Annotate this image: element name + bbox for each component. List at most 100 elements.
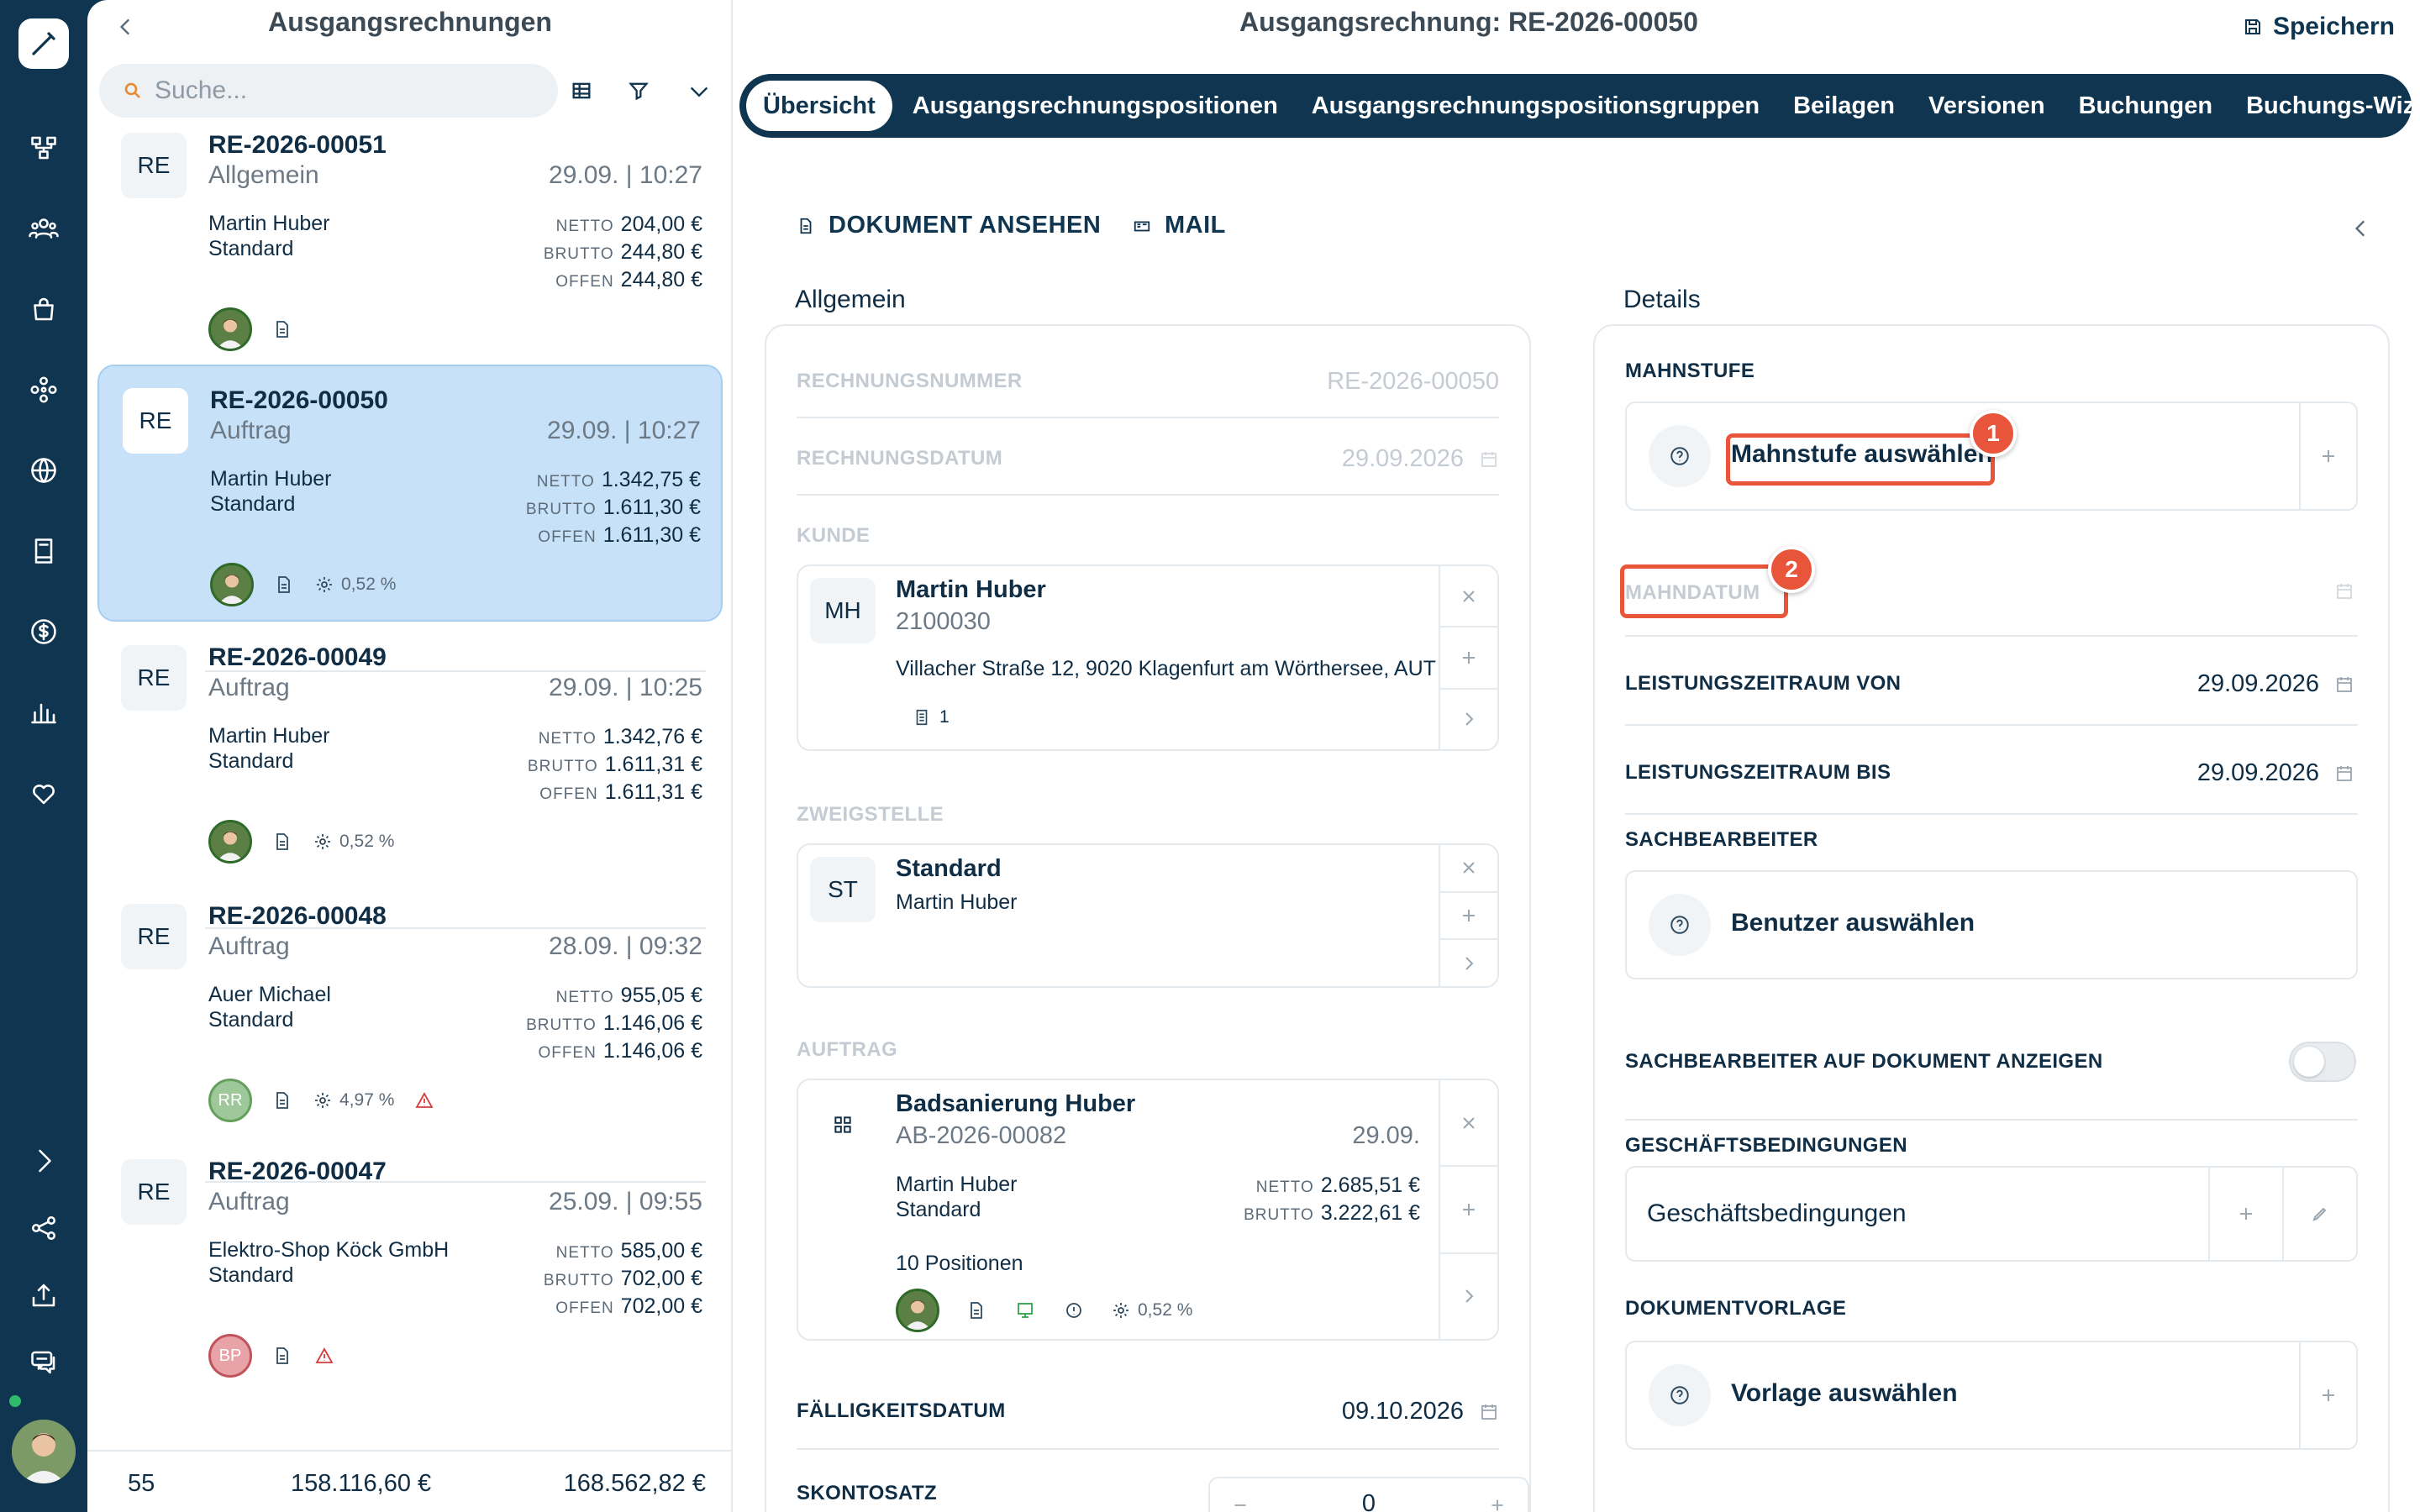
users-icon[interactable] [22,207,66,250]
list-divider [205,927,706,929]
tab-overview[interactable]: Übersicht [746,81,892,131]
more-options-button[interactable] [681,72,718,109]
branch-card[interactable]: ST Standard Martin Huber [797,843,1499,988]
question-icon [1649,425,1711,487]
upload-icon[interactable] [22,1273,66,1317]
service-to-field[interactable]: 29.09.2026 [2197,759,2354,787]
dollar-icon[interactable] [22,610,66,654]
branch-open-button[interactable] [1440,940,1497,986]
mail-button[interactable]: MAIL [1133,212,1226,239]
service-from-field[interactable]: 29.09.2026 [2197,670,2354,698]
list-divider [205,1181,706,1183]
gear-icon [314,575,334,595]
list-title: Ausgangsrechnungen [268,7,552,37]
annotation-marker-2: 2 [1768,546,1815,593]
order-clear-button[interactable] [1440,1080,1497,1168]
tab-bookings[interactable]: Buchungen [2062,81,2230,131]
discount-stepper[interactable]: 0 [1208,1477,1529,1512]
due-date-field[interactable]: 09.10.2026 [1342,1398,1499,1425]
save-button[interactable]: Speichern [2243,10,2395,44]
order-meta: 0,52 % [896,1289,1192,1332]
tab-position-groups[interactable]: Ausgangsrechnungspositionsgruppen [1295,81,1776,131]
invoice-open: 702,00 € [620,1294,702,1318]
service-to-value: 29.09.2026 [2196,759,2319,786]
document-icon [271,830,294,853]
tab-booking-wizard[interactable]: Buchungs-Wizard [2229,81,2420,131]
view-document-button[interactable]: DOKUMENT ANSEHEN [797,212,1101,239]
terms-add-button[interactable] [2208,1168,2282,1260]
expand-chevron-icon[interactable] [22,1139,66,1183]
document-icon [800,218,812,234]
gear-icon [1113,1303,1128,1318]
invoice-meta: 0,52 % [210,563,396,606]
plus-icon [1491,1499,1503,1511]
discount-increase-button[interactable] [1481,1488,1514,1512]
customer-clear-button[interactable] [1440,566,1497,628]
invoice-list-item[interactable]: RE RE-2026-00048 Auftrag 28.09. | 09:32 Auer… [97,882,723,1139]
gross-label: BRUTTO [527,758,598,775]
order-date: 29.09. [1352,1122,1420,1149]
gear-icon [313,1090,333,1110]
dunning-date-field[interactable] [2334,581,2354,601]
chat-icon[interactable] [22,1341,66,1384]
invoice-number: RE-2026-00049 [208,643,387,671]
app-logo[interactable] [18,18,69,69]
tab-versions[interactable]: Versionen [1912,81,2062,131]
document-icon [272,573,296,596]
order-card[interactable]: Badsanierung Huber AB-2026-00082 29.09. … [797,1079,1499,1341]
collapse-button[interactable] [2346,213,2376,244]
order-margin-value: 0,52 % [1138,1300,1193,1320]
tab-attachments[interactable]: Beilagen [1776,81,1912,131]
order-number: AB-2026-00082 [896,1122,1067,1149]
due-date-row[interactable]: FÄLLIGKEITSDATUM 09.10.2026 [797,1362,1499,1450]
branch-add-button[interactable] [1440,893,1497,941]
template-add-button[interactable] [2299,1342,2356,1448]
customer-add-button[interactable] [1440,627,1497,690]
search-input[interactable] [155,76,524,105]
dunning-level-label: MAHNSTUFE [1625,360,1755,382]
show-clerk-toggle[interactable] [2289,1042,2356,1082]
terms-select[interactable]: Geschäftsbedingungen [1625,1166,2358,1262]
table-view-button[interactable] [563,72,600,109]
globe-icon[interactable] [22,449,66,492]
invoice-list-item[interactable]: RE RE-2026-00047 Auftrag 25.09. | 09:55 Elek… [97,1137,723,1394]
invoice-amounts: NETTO 1.342,75 € BRUTTO 1.611,30 € OFFEN 1.61… [526,467,701,550]
order-label: AUFTRAG [797,1038,898,1061]
customer-open-button[interactable] [1440,690,1497,749]
template-placeholder: Vorlage auswählen [1731,1379,1958,1407]
invoice-list-item[interactable]: RE RE-2026-00049 Auftrag 29.09. | 10:25 Mart… [97,623,723,880]
clerk-select[interactable]: Benutzer auswählen [1625,870,2358,979]
bar-chart-icon[interactable] [22,690,66,734]
search-box[interactable] [99,64,558,118]
order-add-button[interactable] [1440,1167,1497,1254]
invoice-list-item[interactable]: RE RE-2026-00051 Allgemein 29.09. | 10:27 Ma… [97,111,723,368]
net-label: NETTO [555,989,614,1006]
share-icon[interactable] [22,1206,66,1250]
template-label: DOKUMENTVORLAGE [1625,1297,1847,1320]
service-to-row[interactable]: LEISTUNGSZEITRAUM BIS 29.09.2026 [1625,726,2358,815]
user-avatar[interactable] [12,1420,76,1483]
save-label: Speichern [2272,13,2395,40]
customer-label: KUNDE [797,524,871,547]
customer-card[interactable]: MH Martin Huber 2100030 Villacher Straße… [797,564,1499,751]
branch-clear-button[interactable] [1440,845,1497,893]
invoice-list-item[interactable]: RE RE-2026-00050 Auftrag 29.09. | 10:27 Mart… [97,365,723,622]
order-open-button[interactable] [1440,1254,1497,1339]
book-icon[interactable] [22,529,66,573]
invoice-open: 1.611,30 € [602,523,701,547]
order-margin: 0,52 % [1111,1300,1192,1320]
heart-icon[interactable] [22,771,66,815]
invoice-badge: RE [121,133,187,198]
shopping-bag-icon[interactable] [22,287,66,331]
terms-edit-button[interactable] [2282,1168,2356,1260]
filter-button[interactable] [620,72,657,109]
service-from-row[interactable]: LEISTUNGSZEITRAUM VON 29.09.2026 [1625,637,2358,726]
dunning-level-add-button[interactable] [2299,403,2356,509]
flow-icon[interactable] [22,126,66,170]
plus-icon [1463,651,1475,664]
invoice-date: 29.09. | 10:27 [547,417,701,444]
tab-positions[interactable]: Ausgangsrechnungspositionen [896,81,1295,131]
modules-icon[interactable] [22,368,66,412]
template-select[interactable]: Vorlage auswählen [1625,1341,2358,1450]
order-customer: Martin Huber [896,1173,1018,1196]
